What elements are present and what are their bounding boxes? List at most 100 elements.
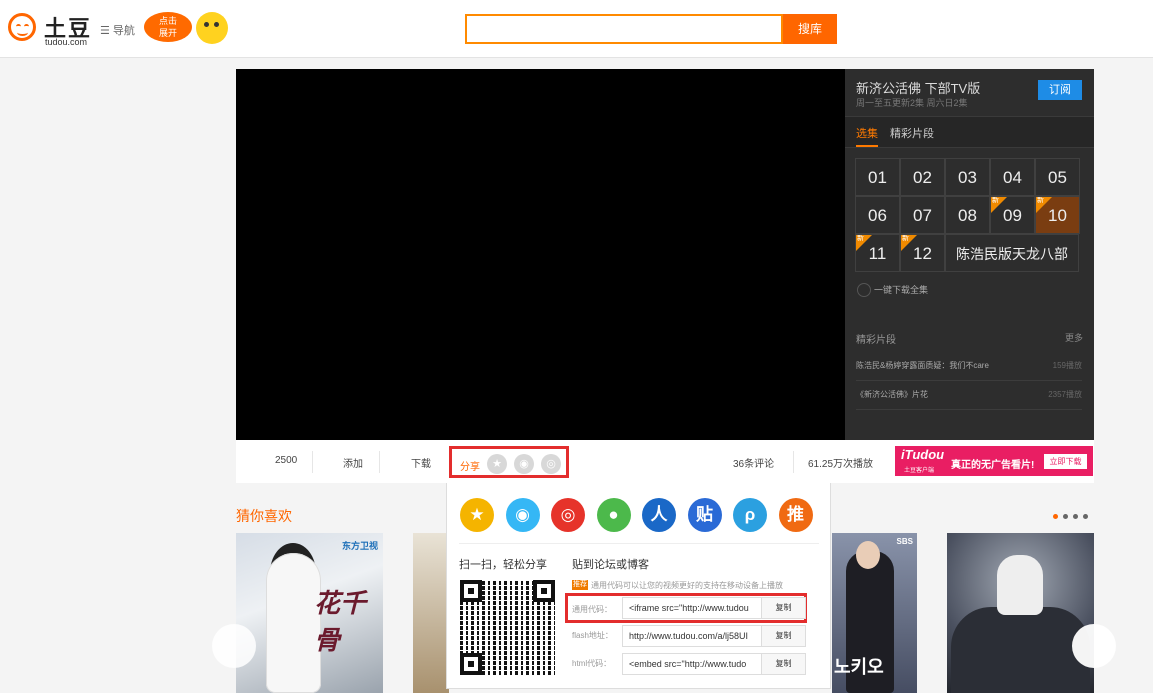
copy-button[interactable]: 复制 [762,625,806,647]
thumb-brand: 东方卫视 [342,541,379,551]
qr-corner [533,580,555,602]
carousel-prev-button[interactable] [212,624,256,668]
episode-button[interactable]: 02 [900,158,945,196]
recommend-thumbnail[interactable] [947,533,1094,693]
ad-download-button[interactable]: 立即下载 [1044,454,1087,469]
episode-button[interactable]: 03 [945,158,990,196]
recommend-tag: 推荐 [572,580,588,590]
highlights-heading: 精彩片段 [856,335,896,346]
html-code-row: html代码： <embed src="http://www.tudo 复制 [565,653,807,675]
episode-button[interactable]: 新 12 [900,234,945,272]
thumb-figure [266,553,321,693]
tieba-icon[interactable]: 贴 [687,498,722,532]
episode-number: 06 [868,206,887,225]
qzone-icon[interactable]: ★ [487,454,507,474]
wechat-icon[interactable]: ● [596,498,631,532]
promo-line-2: 展开 [158,28,177,38]
carousel-next-button[interactable] [1072,624,1116,668]
divider [459,543,819,544]
highlight-item[interactable]: 陈浩民&杨婷穿露面质疑：我们不care 159播放 [856,352,1082,381]
thumb-title: 花千骨 [314,588,367,655]
renren-icon[interactable]: 人 [642,498,676,532]
recommend-note: 通用代码可以让您的视频更好的支持在移动设备上播放 [591,581,783,590]
episode-button[interactable]: 04 [990,158,1035,196]
copy-button[interactable]: 复制 [762,653,806,675]
new-badge-text: 新 [1037,197,1044,204]
weibo-icon[interactable]: ◎ [551,498,585,532]
copy-button[interactable]: 复制 [762,597,806,619]
download-button[interactable]: 下载 [411,455,431,470]
logo-subtext: tudou.com [45,37,88,47]
nav-menu-link[interactable]: ☰ 导航 [100,22,135,38]
ad-logo: iTudou [901,447,945,462]
tab-episodes[interactable]: 选集 [856,125,878,147]
show-schedule: 周一至五更新2集 周六日2集 [856,98,968,108]
video-info-bar: 2500 添加 下载 分享 ★ ◉ ◎ 36条评论 61.25万次播放 iTud… [236,440,1094,483]
share-label[interactable]: 分享 [460,458,480,473]
qq-icon[interactable]: ◉ [514,454,534,474]
embed-code-row: 通用代码： <iframe src="http://www.tudou 复制 [565,593,807,623]
share-toolbar[interactable]: 分享 ★ ◉ ◎ [449,446,569,478]
episode-number: 08 [958,206,977,225]
show-title[interactable]: 新济公活佛 下部TV版 [856,78,980,97]
carousel-dot[interactable] [1063,514,1068,519]
video-player[interactable] [236,69,845,440]
divider [379,451,380,473]
add-button[interactable]: 添加 [343,455,363,470]
tui-icon[interactable]: 推 [778,498,813,532]
episode-button[interactable]: 新 11 [855,234,900,272]
search-input[interactable] [467,16,781,42]
app-ad-banner[interactable]: iTudou 土豆客户端 真正的无广告看片! 立即下载 [895,446,1093,476]
new-badge-text: 新 [857,235,864,242]
episode-button[interactable]: 新 09 [990,196,1035,234]
episode-panel: 新济公活佛 下部TV版 周一至五更新2集 周六日2集 订阅 选集 精彩片段 01… [845,69,1094,440]
tab-highlights[interactable]: 精彩片段 [890,125,934,141]
qr-corner [460,653,482,675]
carousel-dot[interactable] [1053,514,1058,519]
comment-count[interactable]: 36条评论 [733,455,774,470]
recommend-thumbnail[interactable]: SBS 노키오 [832,533,917,693]
scan-share-label: 扫一扫，轻松分享 [459,559,547,571]
recommend-thumbnail[interactable] [413,533,449,693]
episode-button[interactable]: 01 [855,158,900,196]
highlight-title: 《新济公活佛》片花 [856,390,928,399]
divider [793,451,794,473]
episode-number: 05 [1048,168,1067,187]
like-count[interactable]: 2500 [275,455,297,466]
qq-icon[interactable]: ◉ [505,498,540,532]
carousel-dot[interactable] [1083,514,1088,519]
qzone-icon[interactable]: ★ [460,498,494,532]
ad-logo-sub: 土豆客户端 [904,468,935,474]
episode-button[interactable]: 08 [945,196,990,234]
episode-button[interactable]: 05 [1035,158,1080,196]
highlight-count: 159播放 [1052,361,1082,370]
episode-button[interactable]: 新 10 [1035,196,1080,234]
recommend-thumbnail[interactable]: 东方卫视 花千骨 [236,533,383,693]
download-all-checkbox[interactable] [857,283,871,297]
download-all-label[interactable]: 一键下载全集 [874,283,928,296]
episode-button[interactable]: 06 [855,196,900,234]
highlights-more-link[interactable]: 更多 [1065,331,1083,344]
promo-badge[interactable]: 点击 展开 [144,12,192,42]
mascot-icon[interactable] [196,12,228,44]
episode-number: 04 [1003,168,1022,187]
search-button[interactable]: 搜库 [783,14,837,44]
search-box[interactable] [465,14,783,44]
carousel-dot[interactable] [1073,514,1078,519]
baidu-icon[interactable]: ρ [733,498,767,532]
thumb-figure [997,555,1043,615]
top-header: 土豆 tudou.com ☰ 导航 点击 展开 搜库 [0,0,1153,58]
highlight-item[interactable]: 《新济公活佛》片花 2357播放 [856,381,1082,410]
flash-url-field[interactable]: http://www.tudou.com/a/lj58UI [622,625,762,647]
forum-share-label: 贴到论坛或博客 [572,559,649,571]
related-series-button[interactable]: 陈浩民版天龙八部 [945,234,1079,272]
highlight-title: 陈浩民&杨婷穿露面质疑：我们不care [856,361,989,370]
flash-url-row: flash地址： http://www.tudou.com/a/lj58UI 复… [565,625,807,647]
weibo-icon[interactable]: ◎ [541,454,561,474]
html-code-field[interactable]: <embed src="http://www.tudo [622,653,762,675]
code-label: 通用代码： [572,605,612,614]
embed-code-field[interactable]: <iframe src="http://www.tudou [622,597,762,619]
episode-button[interactable]: 07 [900,196,945,234]
subscribe-button[interactable]: 订阅 [1038,80,1082,100]
tudou-logo-icon[interactable] [8,13,36,41]
